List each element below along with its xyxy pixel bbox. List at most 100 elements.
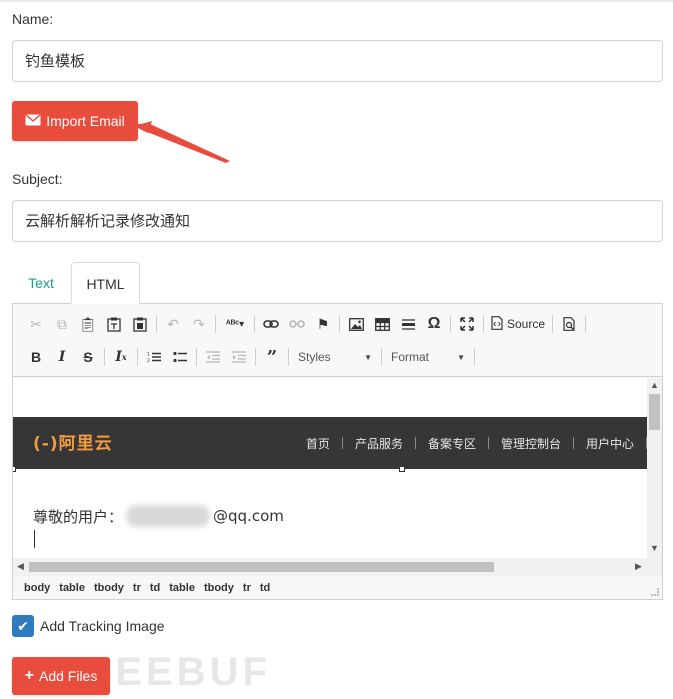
toolbar-row-1: ✂ ⧉ 📋︎ ↶ ↷ ᴬᴮᶜ▾ ⚑ Ω Source	[23, 310, 589, 338]
horizontal-rule-icon[interactable]	[395, 312, 421, 336]
tab-text[interactable]: Text	[12, 262, 70, 304]
scroll-down-icon[interactable]: ▼	[647, 543, 662, 553]
toolbar-separator	[339, 315, 340, 333]
undo-icon[interactable]: ↶	[160, 312, 186, 336]
preview-icon[interactable]	[556, 312, 582, 336]
name-label: Name:	[12, 11, 54, 27]
editor-content-area[interactable]: (-)阿里云 首页 产品服务 备案专区 管理控制台 用户中心 尊敬的用户： @q…	[13, 378, 662, 576]
path-element[interactable]: td	[260, 582, 270, 594]
add-files-button[interactable]: + Add Files	[12, 657, 110, 695]
format-label: Format	[391, 350, 430, 364]
scroll-left-icon[interactable]: ◀	[13, 561, 28, 572]
strikethrough-icon[interactable]: S	[75, 345, 101, 369]
envelope-icon	[25, 113, 41, 129]
toolbar-separator	[450, 315, 451, 333]
blockquote-icon[interactable]: ”	[259, 345, 285, 369]
email-greeting: 尊敬的用户： @qq.com	[33, 505, 284, 527]
bulleted-list-icon[interactable]	[167, 345, 193, 369]
source-button[interactable]: Source	[487, 312, 549, 336]
import-email-label: Import Email	[46, 113, 125, 129]
format-dropdown[interactable]: Format ▼	[385, 346, 471, 368]
path-element[interactable]: td	[150, 582, 160, 594]
path-element[interactable]: tr	[243, 582, 251, 594]
subject-label: Subject:	[12, 171, 63, 187]
link-icon[interactable]	[258, 312, 284, 336]
scroll-right-icon[interactable]: ▶	[631, 561, 646, 572]
path-element[interactable]: table	[59, 582, 85, 594]
toolbar-separator	[474, 348, 475, 366]
path-element[interactable]: tbody	[94, 582, 124, 594]
chevron-down-icon: ▼	[457, 352, 465, 362]
path-element[interactable]: table	[169, 582, 195, 594]
toolbar-separator	[483, 315, 484, 333]
path-element[interactable]: tr	[133, 582, 141, 594]
source-label: Source	[507, 317, 546, 331]
italic-icon[interactable]: I	[49, 345, 75, 369]
editor-resize-grip[interactable]	[651, 588, 659, 596]
email-nav-item: 首页	[305, 436, 330, 451]
plus-icon: +	[24, 667, 34, 684]
toolbar-separator	[196, 348, 197, 366]
rich-text-editor: ✂ ⧉ 📋︎ ↶ ↷ ᴬᴮᶜ▾ ⚑ Ω Source B I S I x 1 2…	[12, 303, 663, 600]
remove-format-icon[interactable]: Ix	[108, 345, 134, 369]
greeting-suffix: @qq.com	[213, 507, 284, 525]
vertical-scroll-thumb[interactable]	[649, 394, 660, 430]
email-nav-item: 产品服务	[354, 436, 403, 451]
chevron-down-icon: ▼	[364, 352, 372, 362]
tracking-checkbox[interactable]: ✔	[12, 615, 34, 637]
redo-icon[interactable]: ↷	[186, 312, 212, 336]
email-banner: (-)阿里云 首页 产品服务 备案专区 管理控制台 用户中心	[13, 417, 647, 469]
styles-dropdown[interactable]: Styles ▼	[292, 346, 378, 368]
email-nav-item: 用户中心	[585, 436, 634, 451]
path-element[interactable]: body	[24, 582, 50, 594]
tracking-label: Add Tracking Image	[40, 618, 165, 634]
editor-toolbar: ✂ ⧉ 📋︎ ↶ ↷ ᴬᴮᶜ▾ ⚑ Ω Source B I S I x 1 2…	[13, 304, 662, 377]
toolbar-separator	[552, 315, 554, 333]
cut-icon[interactable]: ✂	[23, 312, 49, 336]
vertical-scrollbar[interactable]: ▲ ▼	[647, 378, 662, 576]
spellcheck-icon[interactable]: ᴬᴮᶜ▾	[219, 312, 251, 336]
paste-word-icon[interactable]	[127, 312, 153, 336]
image-icon[interactable]	[343, 312, 369, 336]
resize-handle[interactable]	[13, 466, 16, 472]
tab-html[interactable]: HTML	[71, 262, 140, 304]
toolbar-separator	[288, 348, 289, 366]
svg-text:2: 2	[147, 358, 150, 363]
text-cursor	[34, 530, 35, 548]
name-input[interactable]: 钓鱼模板	[12, 40, 663, 82]
table-icon[interactable]	[369, 312, 395, 336]
tracking-row: ✔ Add Tracking Image	[12, 615, 165, 637]
scroll-up-icon[interactable]: ▲	[647, 380, 662, 390]
source-icon	[491, 315, 503, 333]
import-email-button[interactable]: Import Email	[12, 101, 138, 141]
horizontal-scroll-thumb[interactable]	[29, 562, 494, 572]
checkmark-icon: ✔	[17, 617, 29, 634]
resize-handle[interactable]	[399, 466, 405, 472]
path-element[interactable]: tbody	[204, 582, 234, 594]
anchor-flag-icon[interactable]: ⚑	[310, 312, 336, 336]
styles-label: Styles	[298, 350, 331, 364]
outdent-icon[interactable]	[200, 345, 226, 369]
toolbar-separator	[215, 315, 216, 333]
element-path-bar: body table tbody tr td table tbody tr td	[13, 576, 662, 599]
special-char-icon[interactable]: Ω	[421, 312, 447, 336]
horizontal-scrollbar[interactable]: ◀ ▶	[13, 558, 647, 576]
aliyun-logo: (-)阿里云	[33, 434, 113, 454]
paste-text-icon[interactable]	[101, 312, 127, 336]
bold-icon[interactable]: B	[23, 345, 49, 369]
redacted-email	[126, 505, 211, 527]
toolbar-separator	[156, 315, 157, 333]
toolbar-separator	[585, 315, 587, 333]
toolbar-row-2: B I S Ix 12 ” Styles ▼ Format ▼	[23, 343, 478, 371]
indent-icon[interactable]	[226, 345, 252, 369]
paste-icon[interactable]: 📋︎	[75, 312, 101, 336]
copy-icon[interactable]: ⧉	[49, 312, 75, 336]
subject-input[interactable]: 云解析解析记录修改通知	[12, 200, 663, 242]
toolbar-separator	[137, 348, 138, 366]
maximize-icon[interactable]	[454, 312, 480, 336]
toolbar-separator	[255, 348, 256, 366]
email-nav: 首页 产品服务 备案专区 管理控制台 用户中心	[294, 417, 647, 469]
svg-text:1: 1	[147, 352, 150, 358]
unlink-icon[interactable]	[284, 312, 310, 336]
numbered-list-icon[interactable]: 12	[141, 345, 167, 369]
